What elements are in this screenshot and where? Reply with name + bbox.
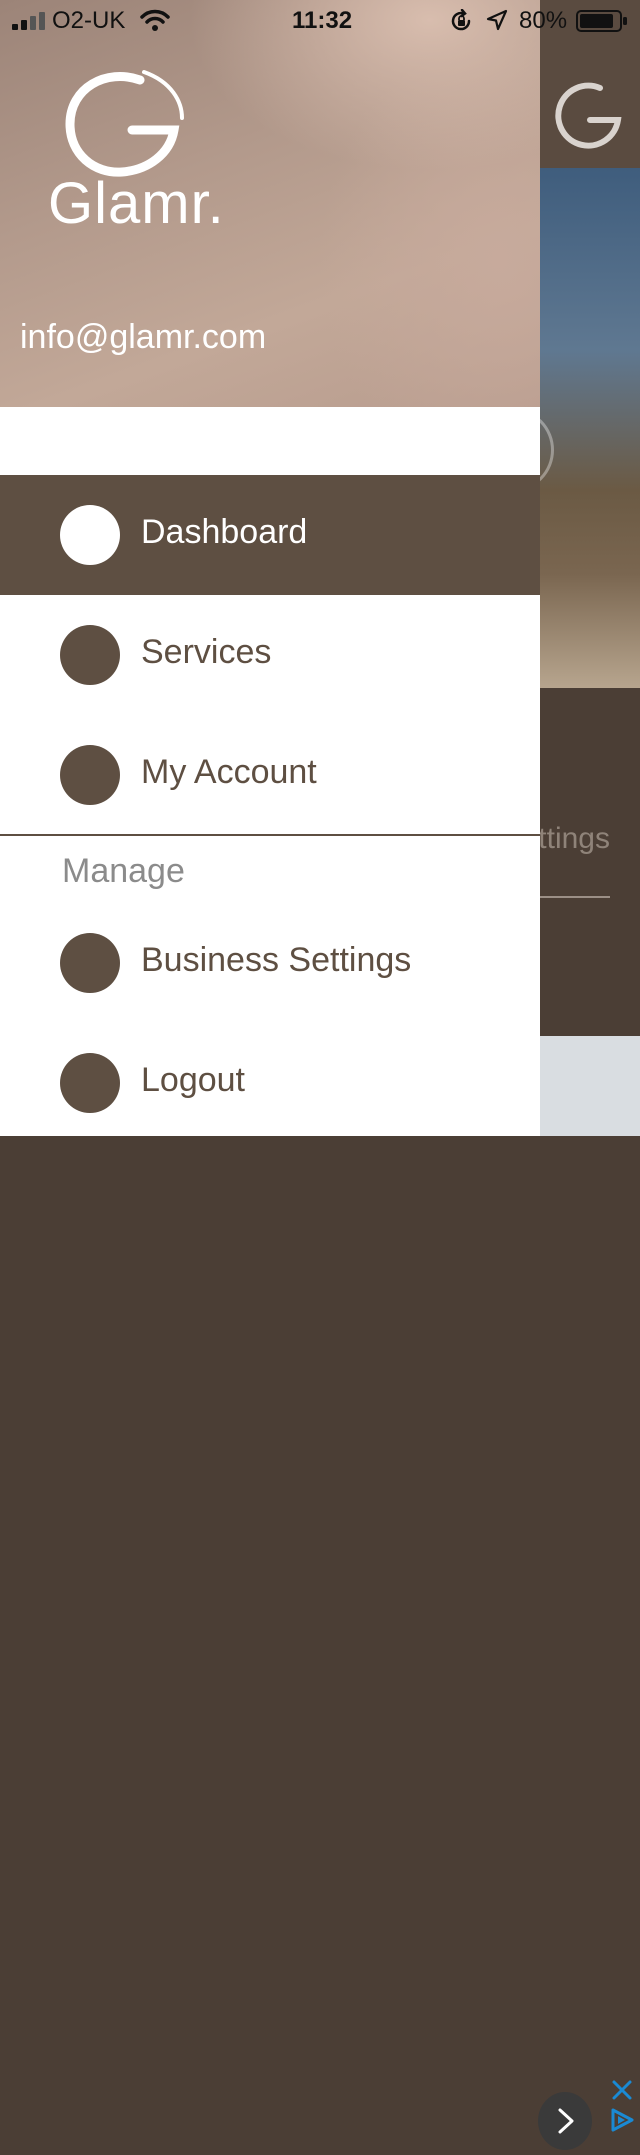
menu-item-label: Logout [141,1061,245,1099]
drawer-header: Glamr. info@glamr.com [0,0,540,407]
battery-icon [576,10,627,32]
navigation-drawer: Glamr. info@glamr.com Dashboard Services… [0,0,540,1136]
chevron-right-icon [558,2108,574,2134]
wifi-icon [140,9,170,31]
menu-item-logout[interactable]: Logout [0,1023,540,1143]
menu-item-label: Services [141,633,272,671]
menu-divider [0,834,540,836]
ad-next-button[interactable] [538,2092,592,2150]
section-title-manage: Manage [62,852,185,890]
signal-strength-icon [12,12,45,30]
settings-icon [60,933,120,993]
menu-item-dashboard[interactable]: Dashboard [0,475,540,595]
background-divider [540,896,610,898]
battery-percentage: 80% [519,7,568,34]
status-bar: O2-UK 11:32 80% [0,0,640,40]
account-icon [60,745,120,805]
glamr-logo-icon [555,82,622,149]
status-time: 11:32 [292,7,353,34]
dashboard-icon [60,505,120,565]
menu-item-label: My Account [141,753,317,791]
carrier-name: O2-UK [52,7,126,34]
services-icon [60,625,120,685]
menu-item-label: Business Settings [141,941,412,979]
menu-item-label: Dashboard [141,513,308,551]
brand-name: Glamr. [48,171,225,236]
logout-icon [60,1053,120,1113]
rotation-lock-icon [451,9,471,31]
ad-close-icon[interactable] [610,2078,634,2102]
adchoices-icon[interactable] [608,2106,636,2134]
location-arrow-icon [486,9,508,31]
user-email: info@glamr.com [20,318,267,356]
menu-item-my-account[interactable]: My Account [0,715,540,835]
menu-item-business-settings[interactable]: Business Settings [0,903,540,1023]
menu-item-services[interactable]: Services [0,595,540,715]
